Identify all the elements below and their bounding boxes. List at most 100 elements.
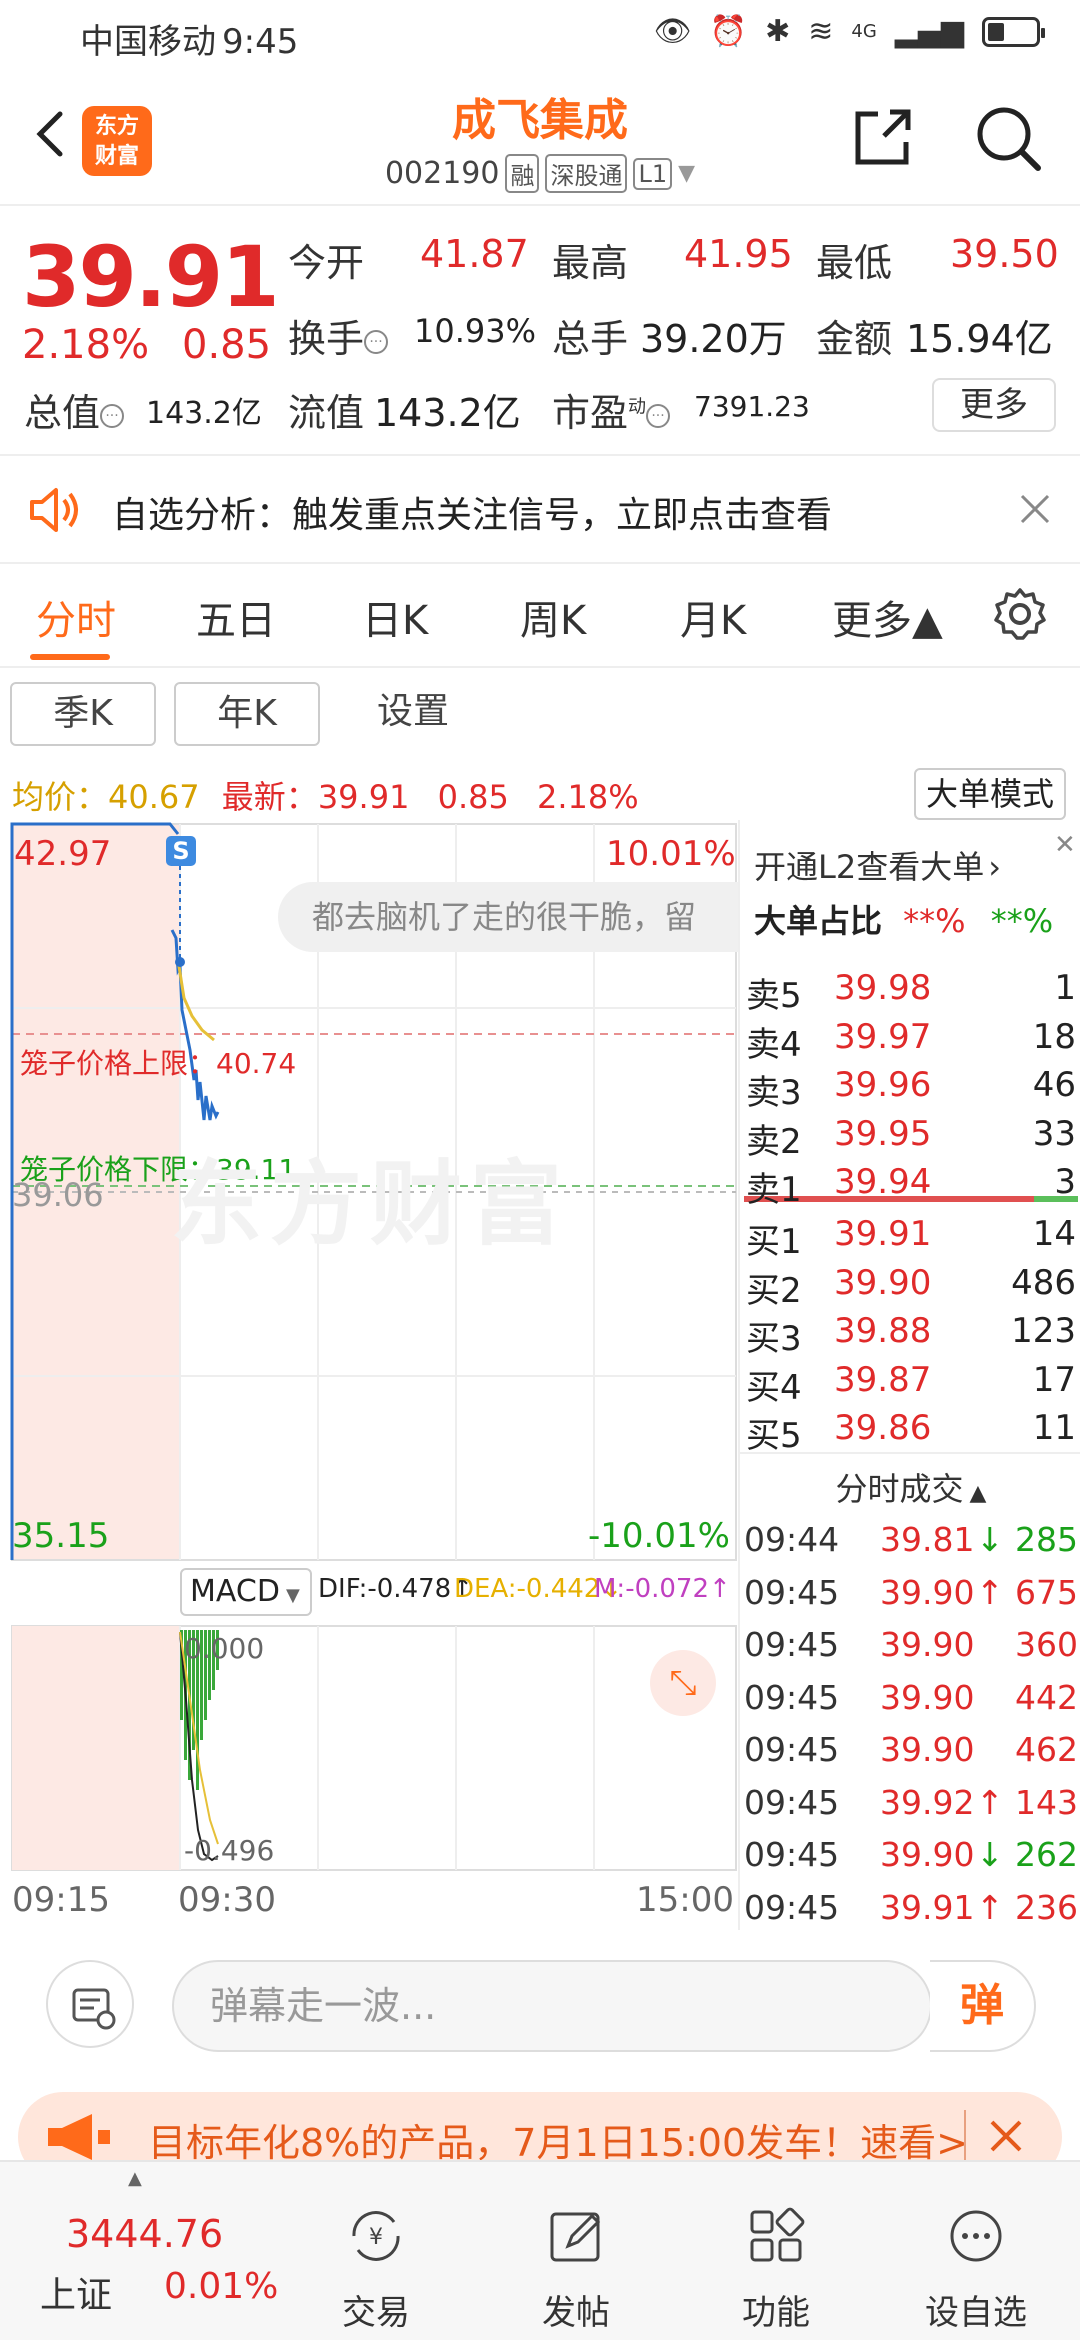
danmaku-send-button[interactable]: 弹 — [930, 1960, 1036, 2052]
speaker-icon — [30, 488, 78, 532]
nav-add-watchlist[interactable]: 设自选 — [906, 2206, 1046, 2334]
subtab-settings[interactable]: 设置 — [348, 682, 478, 746]
subtab-quarter-k[interactable]: 季K — [10, 682, 156, 746]
search-icon[interactable] — [972, 102, 1044, 174]
expand-icon[interactable]: ⤡ — [650, 1650, 716, 1716]
turnover-label: 换手 ··· — [288, 308, 389, 363]
back-icon[interactable] — [22, 104, 82, 164]
index-ticker[interactable]: ▲ 3444.76 上证 0.01% — [0, 2162, 278, 2340]
index-name: 上证 — [40, 2275, 113, 2316]
ask-row: 卖3 39.96 46 — [740, 1065, 1080, 1113]
tag-margin: 融 — [505, 154, 540, 193]
trade-volume: 262 — [1015, 1835, 1078, 1874]
trade-icon: ¥ — [352, 2211, 400, 2261]
promo-text[interactable]: 目标年化8%的产品，7月1日15:00发车！速看> — [148, 2112, 968, 2167]
macd-selector[interactable]: MACD ▼ — [180, 1568, 312, 1616]
tab-week-k[interactable]: 周K — [520, 588, 586, 646]
ask-row: 卖1 39.94 3 — [740, 1162, 1080, 1210]
tab-underline — [30, 654, 110, 660]
tab-intraday[interactable]: 分时 — [36, 588, 116, 646]
trade-row: 09:45 39.90 360 — [740, 1625, 1080, 1677]
info-icon[interactable]: ··· — [364, 329, 389, 354]
danmaku-bar: 弹幕走一波... 弹 — [0, 1930, 1080, 2080]
stock-code: 002190 — [384, 156, 500, 191]
turnover-value: 10.93% — [414, 312, 537, 350]
ask-volume: 46 — [1032, 1065, 1076, 1105]
tab-five-day[interactable]: 五日 — [196, 588, 276, 646]
ask-level-label: 卖5 — [746, 976, 802, 1016]
bluetooth-icon: ✱ — [765, 14, 791, 49]
notice-text[interactable]: 自选分析：触发重点关注信号，立即点击查看 — [112, 486, 832, 538]
tag-level: L1 — [633, 157, 673, 190]
bid-price: 39.86 — [834, 1408, 932, 1448]
trades-title[interactable]: 分时成交 ▲ — [740, 1464, 1080, 1510]
sell-marker[interactable]: S — [166, 836, 196, 866]
trade-direction: ↓ — [976, 1520, 1004, 1559]
change-percent: 2.18% — [22, 322, 150, 368]
bid-volume: 14 — [1032, 1214, 1076, 1254]
notice-bar[interactable]: 自选分析：触发重点关注信号，立即点击查看 — [0, 456, 1080, 564]
nav-functions[interactable]: 功能 — [706, 2206, 846, 2334]
close-icon[interactable]: ✕ — [1054, 830, 1080, 860]
big-order-mode-button[interactable]: 大单模式 — [914, 768, 1066, 820]
close-icon[interactable] — [1018, 492, 1052, 526]
svg-text:¥: ¥ — [369, 2225, 383, 2250]
bid-level-label: 买3 — [746, 1319, 802, 1359]
trade-price: 39.91 — [880, 1887, 975, 1927]
order-book-panel: 开通L2查看大单 › ✕ 大单占比 **% **% 分时成交 ▲ 卖5 39.98 1 卖… — [738, 820, 1080, 1930]
ask-level-label: 卖3 — [746, 1073, 802, 1113]
bid-level-label: 买2 — [746, 1270, 802, 1311]
big-order-ratio: 大单占比 **% **% — [754, 902, 1054, 940]
share-icon[interactable] — [850, 104, 916, 170]
amount-value: 15.94亿 — [906, 317, 1053, 361]
danmaku-input[interactable]: 弹幕走一波... — [172, 1960, 932, 2052]
trade-price: 39.92 — [880, 1782, 975, 1822]
more-button[interactable]: 更多 — [932, 378, 1056, 432]
float-mv-label: 流值 — [288, 391, 365, 435]
trade-time: 09:45 — [744, 1887, 840, 1927]
macd-top-label: 0.000 — [184, 1632, 265, 1665]
bid-volume: 11 — [1032, 1408, 1076, 1448]
close-icon[interactable] — [986, 2116, 1026, 2156]
tab-day-k[interactable]: 日K — [362, 588, 428, 646]
trade-direction: ↑ — [976, 1572, 1004, 1612]
bid-row: 买1 39.91 14 — [740, 1214, 1080, 1262]
low-label: 最低 — [816, 241, 893, 285]
bottom-navigation: ▲ 3444.76 上证 0.01% ¥ 交易 发帖 功能 设自选 — [0, 2160, 1080, 2340]
volume-label: 总手 — [552, 317, 629, 361]
index-change: 0.01% — [164, 2266, 279, 2307]
y-mid-label: 39.06 — [12, 1176, 104, 1214]
trade-time: 09:45 — [744, 1572, 840, 1612]
ask-level-label: 卖2 — [746, 1121, 802, 1162]
bid-volume: 17 — [1032, 1359, 1076, 1400]
time-mid-label: 09:30 — [178, 1880, 276, 1920]
time-start-label: 09:15 — [12, 1880, 110, 1920]
price-summary-line: 均价：40.67 最新：39.91 0.85 2.18% — [12, 778, 639, 816]
bid-row: 买2 39.90 486 — [740, 1263, 1080, 1311]
bid-level-label: 买1 — [746, 1222, 802, 1262]
tag-connect: 深股通 — [545, 154, 628, 193]
trade-price: 39.90 — [880, 1625, 975, 1664]
gear-icon[interactable] — [992, 586, 1048, 642]
nav-post[interactable]: 发帖 — [506, 2206, 646, 2334]
info-icon[interactable]: ··· — [646, 403, 671, 428]
nav-trade[interactable]: ¥ 交易 — [306, 2206, 446, 2334]
intraday-chart[interactable]: 42.97 10.01% S 都去脑机了走的很干脆，留 笼子价格上限：40.74… — [0, 820, 740, 1940]
trade-volume: 236 — [1015, 1887, 1078, 1927]
trade-price: 39.90 — [880, 1835, 975, 1874]
ask-volume: 3 — [1054, 1162, 1076, 1202]
bid-row: 买4 39.87 17 — [740, 1360, 1080, 1408]
tab-more[interactable]: 更多▲ — [832, 588, 943, 646]
ask-level-label: 卖1 — [746, 1170, 802, 1210]
stock-code-row[interactable]: 002190 融 深股通 L1 ▼ — [340, 154, 740, 193]
eye-icon: 👁 — [653, 14, 692, 49]
status-bar: 中国移动 9:45 👁 ⏰ ✱ ≋ 4G ▂▄▆ — [0, 0, 1080, 70]
info-icon[interactable]: ··· — [100, 403, 125, 428]
amount-label: 金额 — [816, 317, 893, 361]
tab-month-k[interactable]: 月K — [680, 588, 746, 646]
l2-upgrade-link[interactable]: 开通L2查看大单 › — [754, 842, 1001, 888]
bid-price: 39.87 — [834, 1359, 932, 1400]
total-mv-value: 143.2亿 — [146, 396, 262, 431]
subtab-year-k[interactable]: 年K — [174, 682, 320, 746]
danmaku-settings-icon[interactable] — [46, 1960, 134, 2048]
